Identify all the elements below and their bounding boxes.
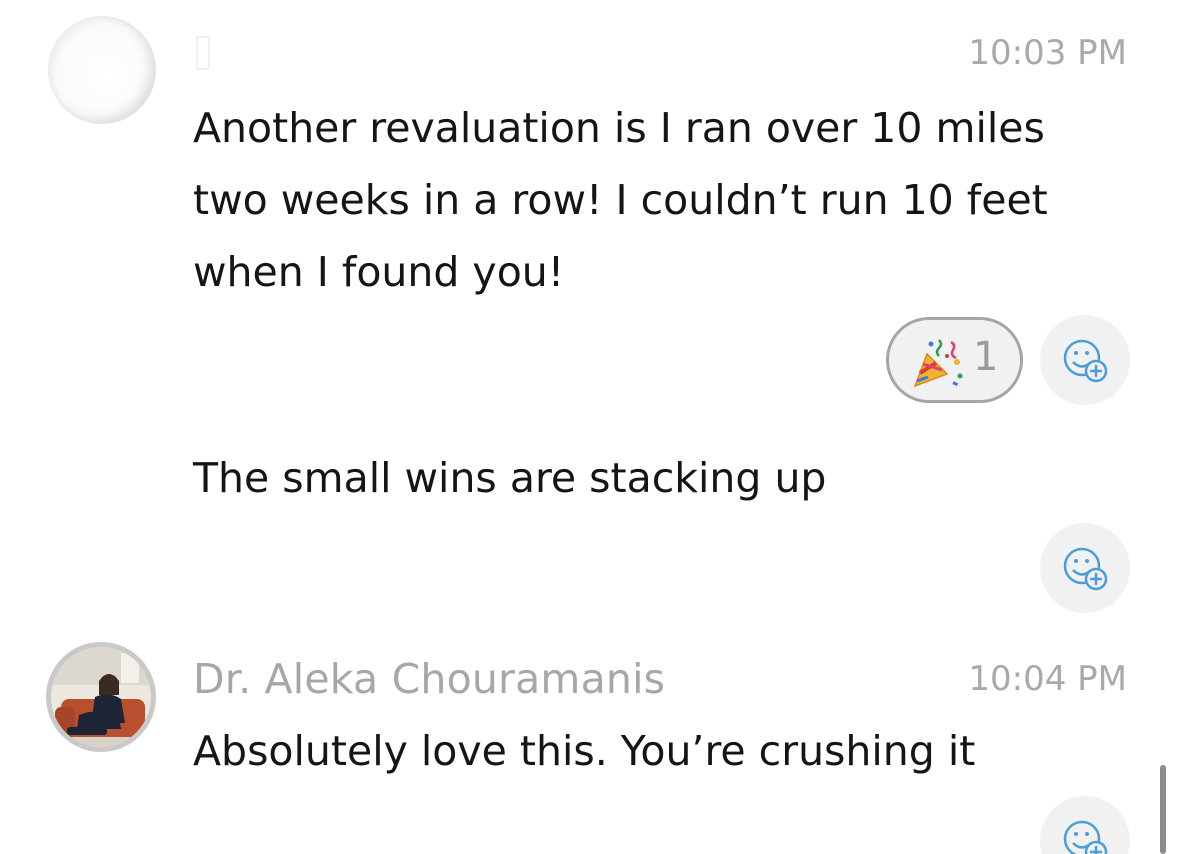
- chat-thread: 10:03 PM Another revaluation is I ran ov…: [0, 0, 1179, 854]
- add-reaction-button[interactable]: [1040, 796, 1130, 854]
- add-reaction-button[interactable]: [1040, 523, 1130, 613]
- scrollbar[interactable]: [1160, 765, 1166, 854]
- party-popper-icon: [913, 339, 963, 388]
- message-text: Absolutely love this. You’re crushing it: [193, 727, 976, 775]
- message-timestamp: 10:03 PM: [968, 33, 1127, 73]
- author-name[interactable]: Dr. Aleka Chouramanis: [193, 655, 665, 703]
- add-reaction-smiley-icon: [1063, 547, 1108, 591]
- message-timestamp: 10:04 PM: [968, 659, 1127, 699]
- reaction-count: 1: [973, 334, 999, 380]
- add-reaction-button[interactable]: [1040, 315, 1130, 405]
- author-name: [196, 36, 210, 70]
- user-avatar[interactable]: [48, 16, 156, 124]
- add-reaction-smiley-icon: [1063, 339, 1108, 383]
- reaction-party-popper[interactable]: 1: [886, 317, 1023, 403]
- message-line: two weeks in a row! I couldn’t run 10 fe…: [193, 176, 1048, 224]
- author-photo: [51, 647, 151, 747]
- message-line: Another revaluation is I ran over 10 mil…: [193, 104, 1045, 152]
- author-avatar[interactable]: [46, 642, 156, 752]
- message-text: The small wins are stacking up: [193, 454, 827, 502]
- message-text: Another revaluation is I ran over 10 mil…: [193, 92, 1048, 308]
- message-line: when I found you!: [193, 248, 565, 296]
- add-reaction-smiley-icon: [1063, 820, 1108, 854]
